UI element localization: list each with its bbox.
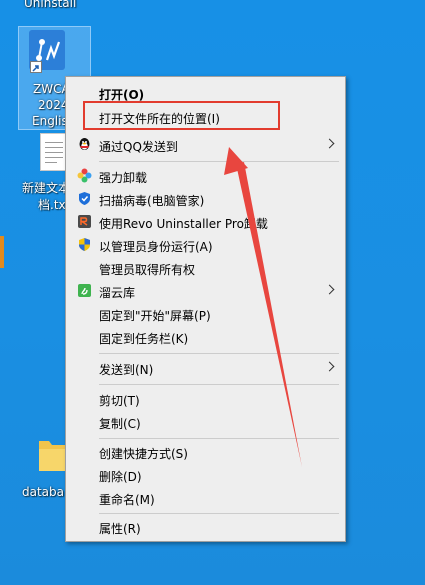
colorful-petal-icon	[77, 168, 92, 183]
menu-item-label: 发送到(N)	[99, 363, 154, 377]
menu-item-label: 打开文件所在的位置(I)	[99, 112, 220, 126]
menu-item-label: 删除(D)	[99, 470, 142, 484]
revo-uninstaller-icon	[77, 214, 92, 229]
qq-penguin-icon	[77, 137, 92, 152]
doc-label-line2: 档.tx	[38, 198, 66, 212]
menu-item-pin-to-taskbar[interactable]: 固定到任务栏(K)	[66, 326, 345, 348]
folder-label: databa	[22, 485, 64, 499]
menu-separator	[99, 438, 339, 439]
menu-item-label: 强力卸载	[99, 171, 148, 185]
submenu-arrow-icon	[324, 138, 335, 149]
menu-item-revo-uninstall[interactable]: 使用Revo Uninstaller Pro卸载	[66, 211, 345, 233]
desktop-top-label: Uninstall	[24, 0, 77, 10]
menu-item-force-uninstall[interactable]: 强力卸载	[66, 165, 345, 187]
app-label-line3: Englis	[32, 114, 68, 128]
menu-separator	[99, 513, 339, 514]
menu-item-open-file-location[interactable]: 打开文件所在的位置(I)	[66, 106, 345, 128]
context-menu: 打开(O) 打开文件所在的位置(I) 通过QQ发送到 强力卸载 扫描病毒(电脑管…	[65, 76, 346, 542]
menu-item-run-as-admin[interactable]: 以管理员身份运行(A)	[66, 234, 345, 256]
menu-item-label: 重命名(M)	[99, 493, 155, 507]
menu-item-label: 创建快捷方式(S)	[99, 447, 188, 461]
menu-item-label: 使用Revo Uninstaller Pro卸载	[99, 217, 268, 231]
folder-icon[interactable]	[38, 437, 68, 473]
app-label-line2: 2024	[38, 98, 69, 112]
menu-separator	[99, 384, 339, 385]
menu-item-label: 管理员取得所有权	[99, 263, 196, 277]
uac-shield-icon	[77, 237, 92, 252]
shortcut-arrow-icon	[30, 61, 42, 73]
menu-item-label: 溜云库	[99, 286, 136, 300]
menu-item-scan-virus[interactable]: 扫描病毒(电脑管家)	[66, 188, 345, 210]
menu-item-label: 以管理员身份运行(A)	[99, 240, 213, 254]
menu-item-label: 复制(C)	[99, 417, 141, 431]
side-tab	[0, 236, 4, 268]
menu-item-rename[interactable]: 重命名(M)	[66, 487, 345, 509]
menu-item-pin-to-start[interactable]: 固定到"开始"屏幕(P)	[66, 303, 345, 325]
menu-item-open[interactable]: 打开(O)	[66, 82, 345, 104]
cloud-library-icon	[77, 283, 92, 298]
menu-item-send-via-qq[interactable]: 通过QQ发送到	[66, 134, 345, 156]
menu-item-take-ownership[interactable]: 管理员取得所有权	[66, 257, 345, 279]
menu-item-label: 属性(R)	[99, 522, 141, 536]
menu-item-label: 固定到"开始"屏幕(P)	[99, 309, 211, 323]
submenu-arrow-icon	[324, 361, 335, 372]
menu-separator	[99, 353, 339, 354]
menu-item-cloud-library[interactable]: 溜云库	[66, 280, 345, 302]
menu-item-properties[interactable]: 属性(R)	[66, 516, 345, 538]
doc-label-line1: 新建文本	[22, 181, 71, 195]
shield-icon	[77, 191, 92, 206]
menu-item-label: 通过QQ发送到	[99, 140, 178, 154]
menu-item-create-shortcut[interactable]: 创建快捷方式(S)	[66, 441, 345, 463]
menu-item-cut[interactable]: 剪切(T)	[66, 388, 345, 410]
menu-separator	[99, 161, 339, 162]
menu-item-label: 固定到任务栏(K)	[99, 332, 189, 346]
menu-item-copy[interactable]: 复制(C)	[66, 411, 345, 433]
text-document-icon[interactable]	[40, 133, 68, 171]
menu-item-label: 剪切(T)	[99, 394, 140, 408]
menu-item-delete[interactable]: 删除(D)	[66, 464, 345, 486]
menu-item-label: 扫描病毒(电脑管家)	[99, 194, 205, 208]
submenu-arrow-icon	[324, 284, 335, 295]
menu-item-send-to[interactable]: 发送到(N)	[66, 357, 345, 379]
menu-item-label: 打开(O)	[99, 88, 145, 102]
